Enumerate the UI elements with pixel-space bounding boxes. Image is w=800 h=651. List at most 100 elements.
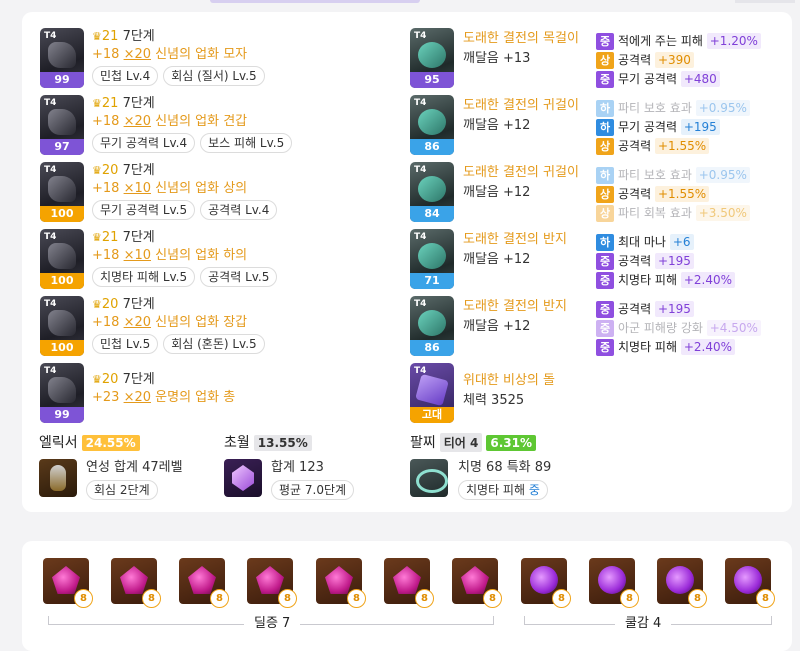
item-level: ♛21 7단계 bbox=[92, 29, 155, 44]
item-engravings: 민첩 Lv.5 회심 (혼돈) Lv.5 bbox=[92, 333, 270, 354]
bracelet-title: 팔찌 bbox=[410, 435, 436, 451]
elixir-total: 연성 합계 47레벨 bbox=[86, 460, 183, 475]
gem-level: 8 bbox=[415, 589, 434, 608]
gem-slot[interactable]: 8 bbox=[589, 558, 639, 608]
elixir-icon[interactable] bbox=[39, 459, 77, 497]
gem-slot[interactable]: 8 bbox=[452, 558, 502, 608]
crown-icon: ♛ bbox=[92, 373, 102, 386]
accessory-name: 도래한 결전의 반지 bbox=[463, 299, 567, 314]
transcend-chip: 평균 7.0단계 bbox=[271, 480, 355, 500]
gem-level: 8 bbox=[756, 589, 775, 608]
damage-gem-icon bbox=[393, 566, 421, 594]
accessory-icon-earring[interactable]: T4 86 bbox=[410, 95, 454, 155]
engraving-chip: 회심 (질서) Lv.5 bbox=[163, 66, 265, 86]
bracelet-tier-badge: 티어 4 bbox=[439, 433, 483, 452]
gem-slot[interactable]: 8 bbox=[384, 558, 434, 608]
equipment-icon-chest[interactable]: T4 100 bbox=[40, 162, 84, 222]
quality-badge: 86 bbox=[410, 139, 454, 155]
transcend-total: 합계 123 bbox=[271, 460, 324, 475]
gem-slot[interactable]: 8 bbox=[657, 558, 707, 608]
accessory-icon-ring[interactable]: T4 71 bbox=[410, 229, 454, 289]
chest-armor-icon bbox=[48, 176, 76, 202]
equipment-icon-shoulder[interactable]: T4 97 bbox=[40, 95, 84, 155]
equipment-panel: T4 99 ♛21 7단계 +18 ×20 신념의 업화 모자 민첩 Lv.4 회… bbox=[22, 12, 792, 512]
accessory-icon-ring[interactable]: T4 86 bbox=[410, 296, 454, 356]
item-engravings: 민첩 Lv.4 회심 (질서) Lv.5 bbox=[92, 65, 270, 86]
elixir-percent-badge: 24.55% bbox=[81, 435, 140, 451]
damage-gem-icon bbox=[461, 566, 489, 594]
equipment-icon-gloves[interactable]: T4 100 bbox=[40, 296, 84, 356]
gem-group-label-damage: 딜증 7 bbox=[244, 612, 301, 631]
stone-icon bbox=[415, 373, 449, 407]
elixir-chips: 회심 2단계 bbox=[86, 479, 163, 500]
gem-slot[interactable]: 8 bbox=[247, 558, 297, 608]
stone-name: 위대한 비상의 돌 bbox=[463, 373, 555, 388]
cooldown-gem-icon bbox=[666, 566, 694, 594]
item-name: +23 ×20 운명의 업화 총 bbox=[92, 390, 236, 405]
gloves-icon bbox=[48, 310, 76, 336]
cooldown-gem-icon bbox=[734, 566, 762, 594]
item-engravings: 무기 공격력 Lv.5 공격력 Lv.4 bbox=[92, 199, 282, 220]
transcend-percent-badge: 13.55% bbox=[253, 435, 312, 451]
quality-badge: 71 bbox=[410, 273, 454, 289]
effect-row: 하 최대 마나 +6 bbox=[596, 233, 694, 252]
crown-icon: ♛ bbox=[92, 231, 102, 244]
quality-badge: 99 bbox=[40, 407, 84, 423]
elixir-chip: 회심 2단계 bbox=[86, 480, 158, 500]
bracelet-icon[interactable] bbox=[410, 459, 448, 497]
tier-label: T4 bbox=[414, 232, 427, 242]
gem-slot[interactable]: 8 bbox=[111, 558, 161, 608]
quality-badge: 100 bbox=[40, 206, 84, 222]
crown-icon: ♛ bbox=[92, 30, 102, 43]
accessory-name: 도래한 결전의 귀걸이 bbox=[463, 98, 579, 113]
gem-level: 8 bbox=[74, 589, 93, 608]
accessory-icon-earring[interactable]: T4 84 bbox=[410, 162, 454, 222]
crystal-icon bbox=[232, 465, 254, 491]
potion-icon bbox=[50, 465, 66, 491]
item-name: +18 ×20 신념의 업화 모자 bbox=[92, 47, 248, 62]
accessory-enlightenment: 깨달음 +13 bbox=[463, 51, 531, 66]
engraving-chip: 민첩 Lv.5 bbox=[92, 334, 159, 354]
gem-slot[interactable]: 8 bbox=[521, 558, 571, 608]
tier-label: T4 bbox=[44, 299, 57, 309]
tier-label: T4 bbox=[414, 31, 427, 41]
equipment-icon-helmet[interactable]: T4 99 bbox=[40, 28, 84, 88]
pants-icon bbox=[48, 243, 76, 269]
quality-badge: 95 bbox=[410, 72, 454, 88]
crown-icon: ♛ bbox=[92, 298, 102, 311]
ring-icon bbox=[418, 243, 446, 269]
gem-slot[interactable]: 8 bbox=[43, 558, 93, 608]
item-name: +18 ×20 신념의 업화 장갑 bbox=[92, 315, 248, 330]
quality-badge: 100 bbox=[40, 340, 84, 356]
gem-level: 8 bbox=[347, 589, 366, 608]
ability-stone-icon[interactable]: T4 고대 bbox=[410, 363, 454, 423]
elixir-title: 엘릭서 bbox=[39, 435, 78, 451]
equipment-icon-weapon[interactable]: T4 99 bbox=[40, 363, 84, 423]
quality-badge: 99 bbox=[40, 72, 84, 88]
transcend-icon[interactable] bbox=[224, 459, 262, 497]
tier-label: T4 bbox=[44, 366, 57, 376]
damage-gem-icon bbox=[52, 566, 80, 594]
effect-row: 하 무기 공격력 +195 bbox=[596, 118, 720, 137]
gem-slot[interactable]: 8 bbox=[316, 558, 366, 608]
gem-slot[interactable]: 8 bbox=[725, 558, 775, 608]
engraving-chip: 민첩 Lv.4 bbox=[92, 66, 159, 86]
effect-row: 중 적에게 주는 피해 +1.20% bbox=[596, 32, 761, 51]
accessory-icon-necklace[interactable]: T4 95 bbox=[410, 28, 454, 88]
stone-stat: 체력 3525 bbox=[463, 393, 525, 408]
damage-gem-icon bbox=[325, 566, 353, 594]
equipment-icon-pants[interactable]: T4 100 bbox=[40, 229, 84, 289]
engraving-chip: 치명타 피해 Lv.5 bbox=[92, 267, 196, 287]
gun-icon bbox=[48, 377, 76, 403]
effect-row: 하 파티 보호 효과 +0.95% bbox=[596, 166, 750, 185]
effect-row: 중 아군 피해량 강화 +4.50% bbox=[596, 319, 761, 338]
item-level: ♛20 7단계 bbox=[92, 372, 155, 387]
gem-level: 8 bbox=[620, 589, 639, 608]
item-name: +18 ×20 신념의 업화 견갑 bbox=[92, 114, 248, 129]
gem-slot[interactable]: 8 bbox=[179, 558, 229, 608]
shoulder-icon bbox=[48, 109, 76, 135]
engraving-chip: 회심 (혼돈) Lv.5 bbox=[163, 334, 265, 354]
tier-label: T4 bbox=[44, 232, 57, 242]
bracelet-percent-badge: 6.31% bbox=[486, 435, 537, 451]
item-level: ♛20 7단계 bbox=[92, 297, 155, 312]
